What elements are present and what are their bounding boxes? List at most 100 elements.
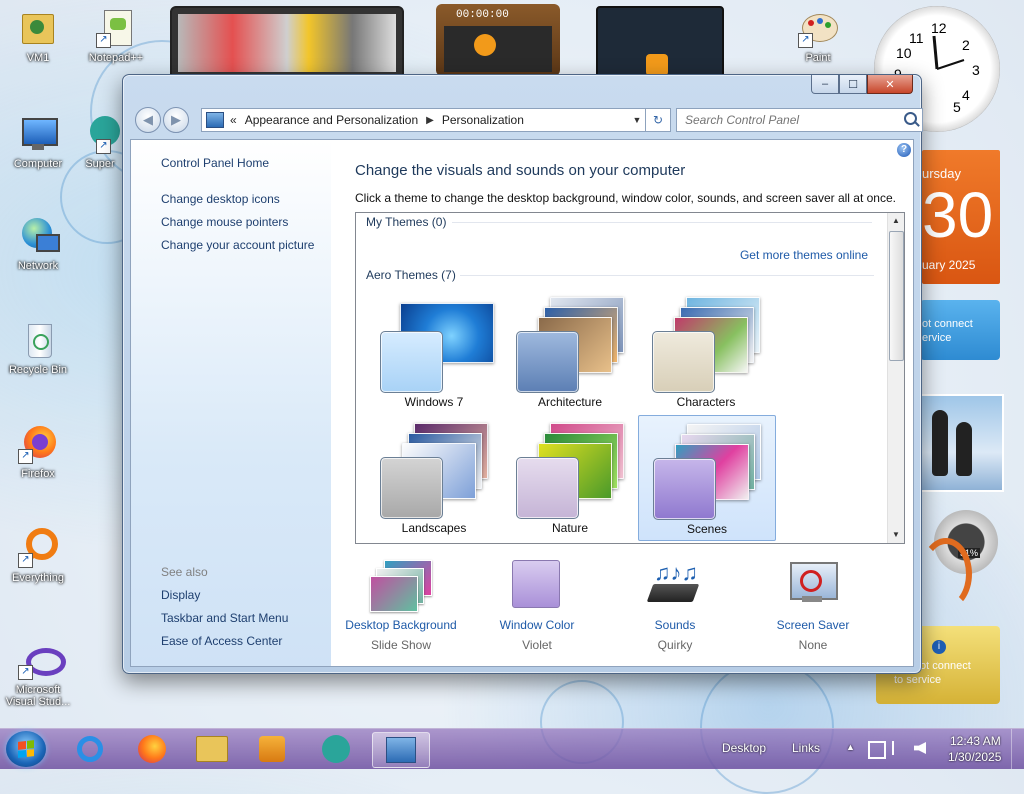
volume-muted-icon[interactable]	[914, 742, 926, 754]
theme-scenes[interactable]: Scenes	[638, 415, 776, 541]
theme-windows-7[interactable]: Windows 7	[366, 289, 502, 413]
theme-color-swatch	[652, 331, 715, 393]
taskbar-start-menu-link[interactable]: Taskbar and Start Menu	[161, 611, 288, 625]
screen-saver-setting[interactable]: Screen Saver None	[743, 560, 883, 652]
taskbar-explorer[interactable]	[190, 732, 234, 766]
get-more-themes-link[interactable]: Get more themes online	[740, 248, 868, 262]
network-tray-icon[interactable]	[868, 741, 886, 759]
window-color-setting[interactable]: Window Color Violet	[467, 560, 607, 652]
folder-icon	[196, 736, 228, 762]
weather-error-line2: to service	[894, 674, 942, 686]
themes-scrollbar[interactable]: ▲ ▼	[887, 213, 904, 543]
desktop-icon-network[interactable]: Network	[0, 216, 76, 272]
theme-name: Characters	[676, 395, 736, 409]
weather-error-line1: ot connect	[920, 660, 971, 672]
links-toolbar[interactable]: Links	[792, 741, 820, 755]
desktop-icon-recycle-bin[interactable]: Recycle Bin	[0, 320, 76, 376]
breadcrumb-separator-icon[interactable]: ▶	[426, 115, 434, 126]
group-divider	[452, 222, 872, 223]
refresh-button[interactable]: ↻	[645, 108, 671, 132]
theme-architecture[interactable]: Architecture	[502, 289, 638, 413]
desktop-background-link[interactable]: Desktop Background	[331, 618, 471, 632]
desktop-icon-label: Paint	[805, 52, 831, 64]
desktop-toolbar[interactable]: Desktop	[722, 741, 766, 755]
navigation-bar: ◀ ▶ « Appearance and Personalization ▶ P…	[131, 105, 923, 133]
scroll-up-icon[interactable]: ▲	[888, 213, 904, 229]
svg-text:4: 4	[962, 87, 970, 103]
search-input[interactable]	[683, 109, 907, 131]
shortcut-arrow-icon: ↗	[96, 33, 111, 48]
scroll-thumb[interactable]	[889, 231, 904, 361]
theme-characters[interactable]: Characters	[638, 289, 774, 413]
weather-error-line2: ervice	[922, 332, 952, 344]
minimize-button[interactable]: –	[811, 75, 839, 94]
search-icon[interactable]	[904, 112, 917, 125]
tray-clock-time[interactable]: 12:43 AM	[950, 734, 1001, 748]
maximize-button[interactable]: ☐	[839, 75, 867, 94]
help-icon[interactable]: ?	[897, 143, 911, 157]
scroll-down-icon[interactable]: ▼	[888, 527, 904, 543]
svg-text:3: 3	[972, 62, 980, 78]
address-dropdown-icon[interactable]: ▼	[629, 115, 645, 125]
window-color-link[interactable]: Window Color	[467, 618, 607, 632]
taskbar-firefox[interactable]	[130, 732, 174, 766]
close-button[interactable]: ✕	[867, 75, 913, 94]
address-bar[interactable]: « Appearance and Personalization ▶ Perso…	[201, 108, 646, 132]
forward-button[interactable]: ▶	[163, 107, 189, 133]
desktop-icon-firefox[interactable]: ↗ Firefox	[0, 424, 76, 480]
desktop-icon-super[interactable]: ↗ Super	[78, 114, 122, 170]
sounds-setting[interactable]: ♫♪♫ Sounds Quirky	[605, 560, 745, 652]
start-button[interactable]	[6, 731, 46, 767]
action-center-flag-icon[interactable]	[892, 741, 906, 755]
left-pane: Control Panel Home Change desktop icons …	[131, 140, 331, 666]
visual-studio-icon: ↗	[18, 640, 66, 680]
sounds-link[interactable]: Sounds	[605, 618, 745, 632]
wallpaper-swirl	[700, 660, 834, 794]
taskbar-internet-explorer[interactable]	[68, 732, 112, 766]
taskbar: Desktop Links ▲ 12:43 AM 1/30/2025	[0, 728, 1024, 769]
desktop-background-setting[interactable]: Desktop Background Slide Show	[331, 560, 471, 652]
control-panel-home-link[interactable]: Control Panel Home	[161, 156, 269, 170]
theme-color-swatch	[516, 457, 579, 519]
desktop-icon-vm1[interactable]: VM1	[0, 8, 76, 64]
change-desktop-icons-link[interactable]: Change desktop icons	[161, 192, 280, 206]
sounds-notes-icon: ♫♪♫	[644, 560, 706, 610]
calendar-gadget: ursday 30 uary 2025	[922, 150, 1000, 284]
theme-name: Scenes	[686, 522, 728, 536]
show-hidden-icons-button[interactable]: ▲	[846, 742, 855, 752]
theme-nature[interactable]: Nature	[502, 415, 638, 539]
desktop-icon-computer[interactable]: Computer	[0, 114, 76, 170]
paint-palette-icon: ↗	[798, 8, 838, 48]
windows-logo-icon	[18, 740, 34, 758]
breadcrumb-root[interactable]: «	[230, 113, 237, 127]
feed-gadget[interactable]	[596, 6, 724, 82]
breadcrumb-appearance[interactable]: Appearance and Personalization	[245, 113, 418, 127]
taskbar-media-player[interactable]	[250, 732, 294, 766]
desktop-icon-label: Everything	[12, 572, 64, 584]
desktop-icon-notepad-plus-plus[interactable]: ↗ Notepad++	[78, 8, 154, 64]
taskbar-app[interactable]	[314, 732, 358, 766]
back-button[interactable]: ◀	[135, 107, 161, 133]
desktop-icon-visual-studio[interactable]: ↗ Microsoft Visual Stud...	[0, 640, 76, 708]
slideshow-gadget[interactable]	[170, 6, 404, 80]
change-account-picture-link[interactable]: Change your account picture	[161, 238, 314, 252]
display-link[interactable]: Display	[161, 588, 200, 602]
breadcrumb-personalization[interactable]: Personalization	[442, 113, 524, 127]
search-box[interactable]	[676, 108, 923, 132]
desktop-icon-label: Recycle Bin	[8, 364, 68, 376]
show-desktop-button[interactable]	[1011, 729, 1024, 769]
themes-list[interactable]: My Themes (0) Get more themes online Aer…	[355, 212, 905, 544]
taskbar-control-panel[interactable]	[372, 732, 430, 768]
ease-of-access-link[interactable]: Ease of Access Center	[161, 634, 282, 648]
rss-icon	[646, 54, 668, 76]
theme-landscapes[interactable]: Landscapes	[366, 415, 502, 539]
sounds-value: Quirky	[657, 638, 693, 652]
shortcut-arrow-icon: ↗	[798, 33, 813, 48]
tray-clock-date[interactable]: 1/30/2025	[948, 750, 1001, 764]
screen-saver-link[interactable]: Screen Saver	[743, 618, 883, 632]
change-mouse-pointers-link[interactable]: Change mouse pointers	[161, 215, 288, 229]
desktop-icon-paint[interactable]: ↗ Paint	[780, 8, 856, 64]
calendar-month-year: uary 2025	[922, 258, 976, 272]
timer-gadget[interactable]: 00:00:00	[436, 4, 560, 76]
desktop-icon-everything[interactable]: ↗ Everything	[0, 528, 76, 584]
